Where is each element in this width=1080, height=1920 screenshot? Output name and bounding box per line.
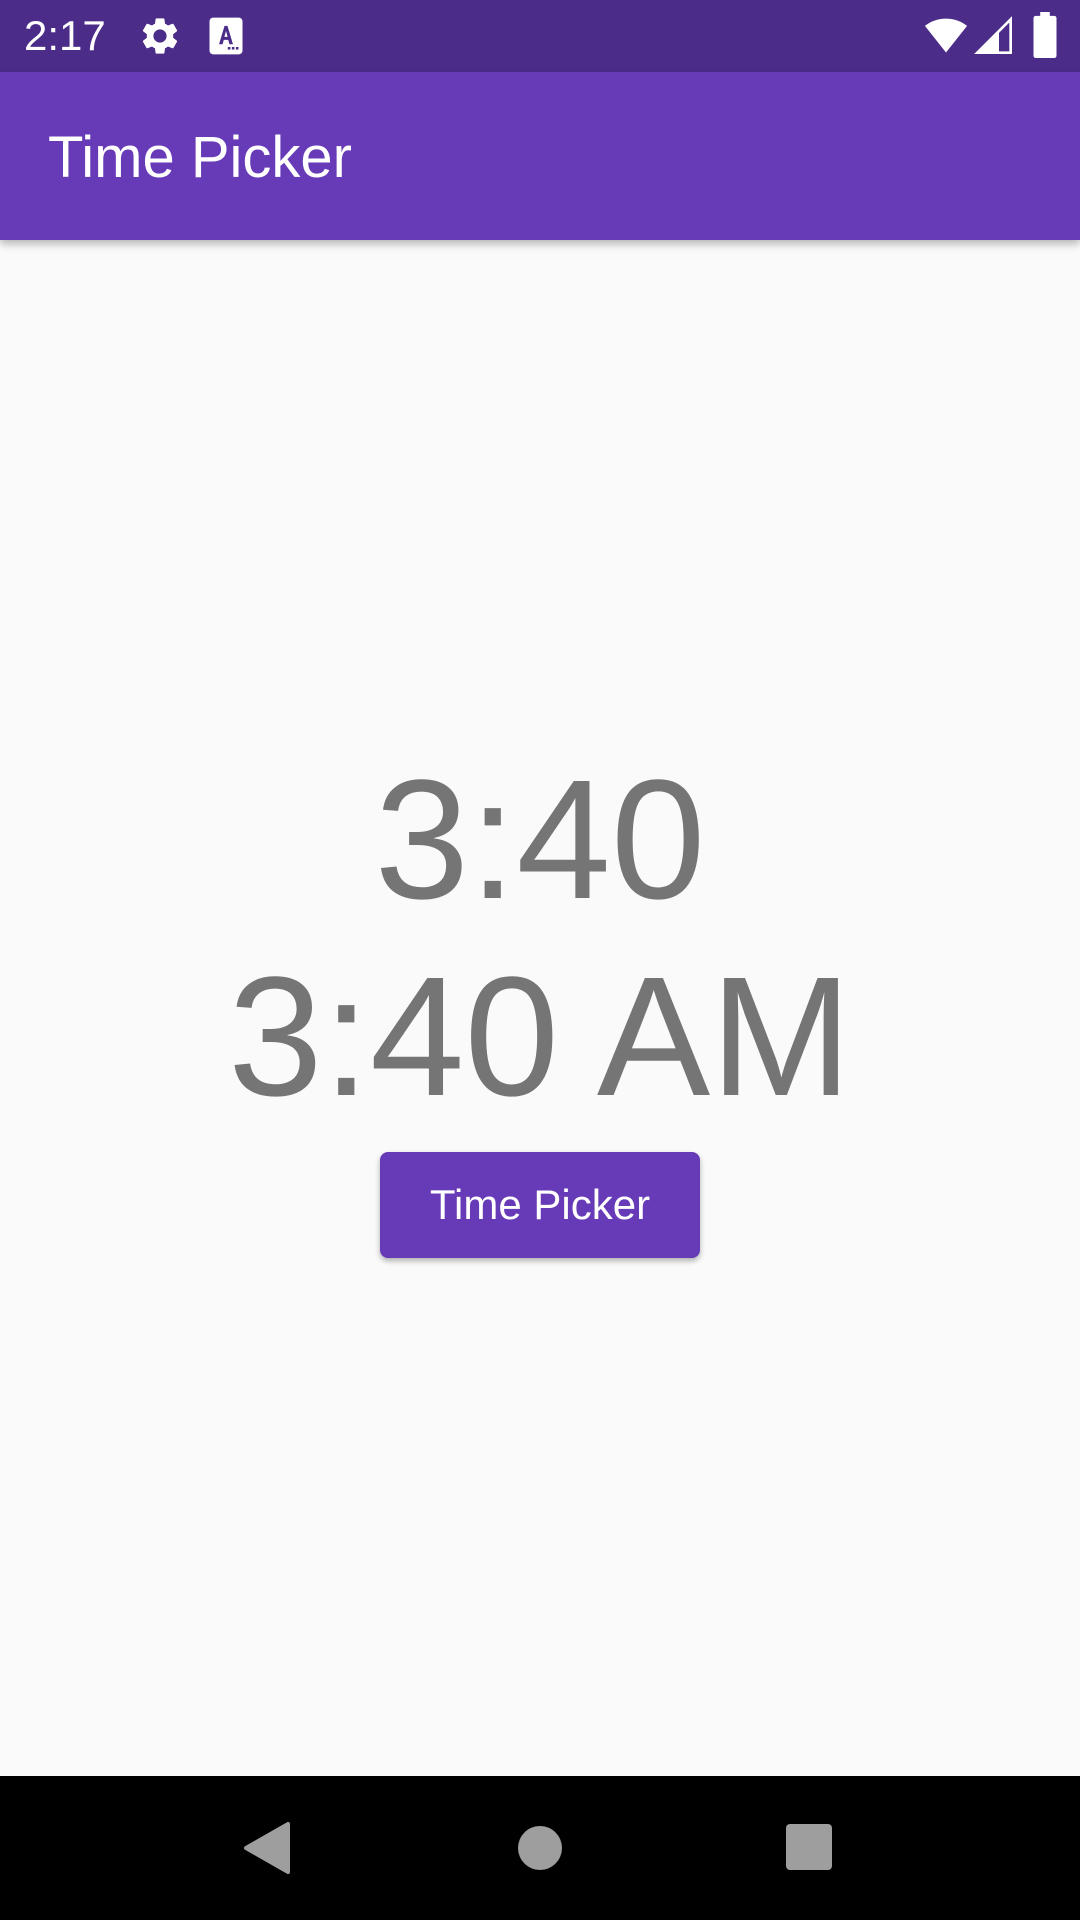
home-icon[interactable]	[510, 1818, 570, 1878]
wifi-icon	[922, 14, 970, 58]
recents-icon[interactable]	[780, 1818, 840, 1878]
battery-icon	[1030, 12, 1060, 58]
time-picker-button[interactable]: Time Picker	[380, 1152, 700, 1258]
keyboard-icon	[204, 14, 248, 58]
time-24h-text: 3:40	[374, 745, 706, 935]
back-icon[interactable]	[240, 1818, 300, 1878]
screen: 2:17 Time Picker 3:40 3:40 AM Time Picke…	[0, 0, 1080, 1920]
main-content: 3:40 3:40 AM Time Picker	[0, 240, 1080, 1776]
app-title: Time Picker	[48, 125, 352, 190]
navigation-bar	[0, 1776, 1080, 1920]
cell-signal-icon	[974, 14, 1014, 58]
status-time: 2:17	[24, 12, 106, 59]
status-bar: 2:17	[0, 0, 1080, 72]
settings-icon	[138, 14, 182, 58]
time-12h-text: 3:40 AM	[228, 942, 852, 1132]
app-bar: Time Picker	[0, 72, 1080, 240]
